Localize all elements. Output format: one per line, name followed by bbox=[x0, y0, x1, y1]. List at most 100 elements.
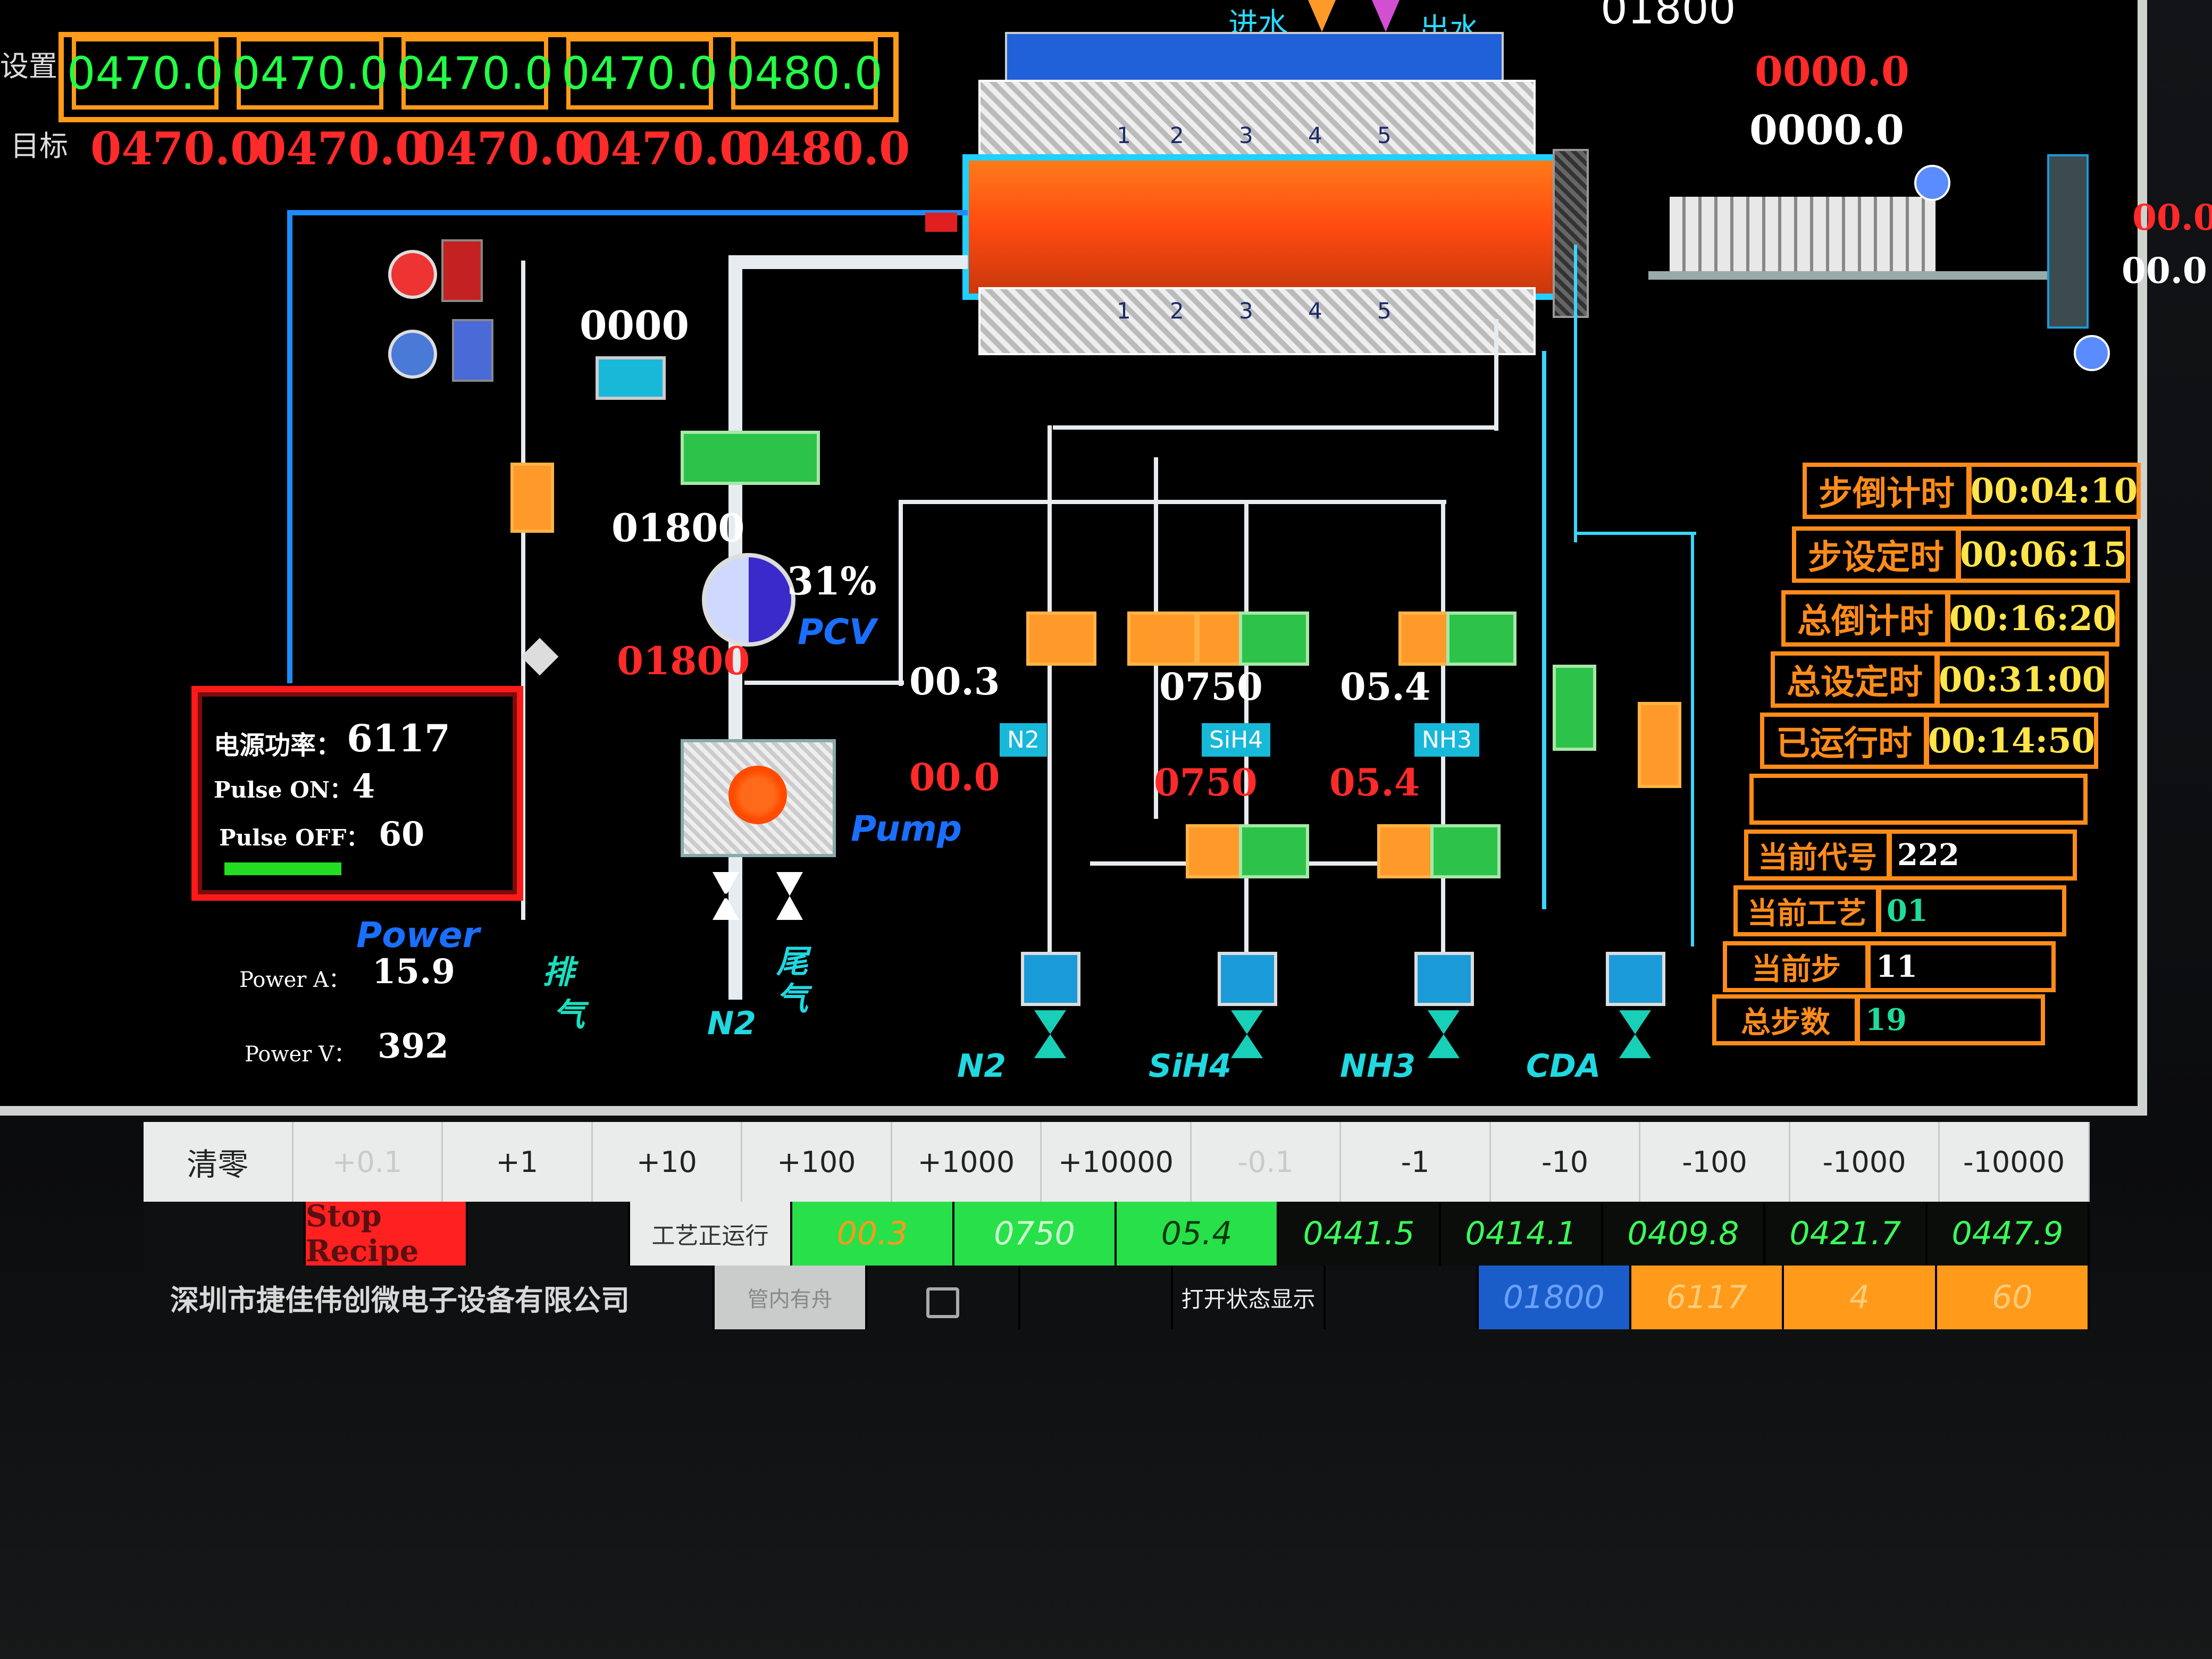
lift-value-white: 00.0 bbox=[2122, 250, 2207, 291]
timer-step-set-value: 00:06:15 bbox=[1957, 526, 2130, 583]
sih4-purge-valve-green[interactable] bbox=[1239, 824, 1309, 878]
sih4-valve-orange-a[interactable] bbox=[1127, 611, 1197, 666]
power-panel: 电源功率： 6117 Pulse ON： 4 Pulse OFF： 60 bbox=[191, 686, 523, 901]
set-cell-1[interactable]: 0470.0 bbox=[67, 37, 223, 110]
timer-step-countdown-label: 步倒计时 bbox=[1803, 463, 1971, 519]
pcv-upper-valve[interactable] bbox=[681, 431, 820, 485]
water-in-valve-icon[interactable] bbox=[1308, 0, 1336, 32]
nh3-valve-green[interactable] bbox=[1446, 611, 1516, 666]
plus-1-button[interactable]: +1 bbox=[443, 1122, 593, 1202]
bottom-gas-nh3: NH3 bbox=[1340, 1048, 1416, 1085]
set-cell-2[interactable]: 0470.0 bbox=[232, 37, 388, 110]
exhaust-gate-2[interactable] bbox=[452, 319, 493, 382]
timer-total-countdown-value: 00:16:20 bbox=[1946, 590, 2119, 647]
set-cell-3[interactable]: 0470.0 bbox=[397, 37, 553, 110]
tc-zone-1: 1 bbox=[1117, 122, 1131, 148]
sih4-hand-valve-icon[interactable] bbox=[1231, 1010, 1263, 1058]
exhaust-label-pai: 排 bbox=[542, 954, 574, 991]
plus-10000-button[interactable]: +10000 bbox=[1042, 1122, 1192, 1202]
nh3-regulator-icon[interactable] bbox=[1414, 952, 1474, 1006]
timer-step-countdown-value: 00:04:10 bbox=[1967, 463, 2141, 519]
lift-column[interactable] bbox=[2047, 154, 2089, 329]
exhaust-gate-1[interactable] bbox=[441, 239, 483, 302]
set-cell-5[interactable]: 0480.0 bbox=[726, 37, 883, 110]
info-step-label: 当前步 bbox=[1723, 941, 1870, 992]
cda-hand-valve-icon[interactable] bbox=[1619, 1010, 1651, 1058]
pump-label: Pump bbox=[851, 808, 962, 849]
sih4-mfc-tag[interactable]: SiH4 bbox=[1202, 723, 1271, 757]
pipe-n2-v bbox=[1048, 425, 1052, 968]
info-total-steps-label: 总步数 bbox=[1712, 994, 1859, 1045]
nh3-flow-readout: 05.4 bbox=[1117, 1202, 1279, 1266]
cda-regulator-icon[interactable] bbox=[1606, 952, 1665, 1006]
stop-recipe-button[interactable]: Stop Recipe bbox=[306, 1199, 468, 1269]
target-5: 0480.0 bbox=[739, 122, 910, 175]
plus-1000-button[interactable]: +1000 bbox=[892, 1122, 1042, 1202]
row2-spacer bbox=[144, 1202, 306, 1266]
cda-valve-orange[interactable] bbox=[1638, 702, 1681, 788]
sih4-regulator-icon[interactable] bbox=[1218, 952, 1277, 1006]
minus-0-1-button[interactable]: -0.1 bbox=[1192, 1122, 1342, 1202]
exhaust-valve-red-icon[interactable] bbox=[388, 250, 437, 299]
water-out-valve-icon[interactable] bbox=[1372, 0, 1400, 32]
n2-hand-valve-icon[interactable] bbox=[1034, 1010, 1066, 1058]
exhaust-valve-orange[interactable] bbox=[510, 463, 554, 533]
zone-temp-4-readout: 0421.7 bbox=[1765, 1202, 1928, 1266]
pump-flow-red: 00.0 bbox=[909, 755, 1000, 799]
bottom-gas-sih4: SiH4 bbox=[1149, 1048, 1231, 1085]
nh3-mfc-tag[interactable]: NH3 bbox=[1414, 723, 1479, 757]
boat-wafers bbox=[1670, 197, 1936, 271]
cda-valve-green[interactable] bbox=[1553, 665, 1596, 751]
minus-100-button[interactable]: -100 bbox=[1640, 1122, 1790, 1202]
timer-total-set-value: 00:31:00 bbox=[1936, 651, 2109, 708]
timer-empty-row bbox=[1749, 774, 2088, 825]
target-3: 0470.0 bbox=[415, 122, 586, 175]
minus-10-button[interactable]: -10 bbox=[1491, 1122, 1641, 1202]
n2-mfc-tag[interactable]: N2 bbox=[1000, 723, 1047, 757]
pressure-readout: 01800 bbox=[1478, 1266, 1631, 1329]
power-a-label: Power A： bbox=[239, 968, 350, 992]
pipe-pcv-out bbox=[744, 681, 904, 685]
n2-manual-valve-2-icon[interactable] bbox=[776, 872, 803, 920]
pulse-on-value: 4 bbox=[352, 767, 375, 806]
top-right-pressure: 01800 bbox=[1601, 0, 1736, 33]
tube-door[interactable] bbox=[1553, 149, 1589, 318]
timer-total-countdown-label: 总倒计时 bbox=[1781, 590, 1949, 647]
nh3-hand-valve-icon[interactable] bbox=[1428, 1010, 1460, 1058]
power-title: Power bbox=[356, 915, 480, 956]
n2-regulator-icon[interactable] bbox=[1021, 952, 1080, 1006]
minus-1-button[interactable]: -1 bbox=[1341, 1122, 1491, 1202]
zone-temp-2-readout: 0414.1 bbox=[1441, 1202, 1603, 1266]
info-step-value: 11 bbox=[1866, 941, 2056, 992]
tc-zone-4: 4 bbox=[1308, 122, 1322, 148]
company-name: 深圳市捷佳伟创微电子设备有限公司 bbox=[144, 1266, 715, 1329]
target-1: 0470.0 bbox=[90, 122, 262, 175]
plus-0-1-button[interactable]: +0.1 bbox=[294, 1122, 443, 1202]
minus-1000-button[interactable]: -1000 bbox=[1790, 1122, 1940, 1202]
clear-button[interactable]: 清零 bbox=[144, 1122, 294, 1202]
n2-valve-orange[interactable] bbox=[1026, 611, 1096, 666]
sih4-flow-readout: 0750 bbox=[954, 1202, 1117, 1266]
heater-top bbox=[978, 80, 1536, 158]
tc-zone-1-bottom: 1 bbox=[1117, 298, 1131, 324]
exhaust-valve-blue-icon[interactable] bbox=[388, 330, 437, 379]
nh3-purge-valve-green[interactable] bbox=[1430, 824, 1501, 878]
blue-pipe-h bbox=[287, 210, 968, 215]
row2-empty bbox=[468, 1202, 630, 1266]
lock-icon[interactable] bbox=[926, 1287, 959, 1318]
pulse-on-label: Pulse ON： bbox=[214, 777, 353, 803]
plus-10-button[interactable]: +10 bbox=[593, 1122, 743, 1202]
red-port bbox=[925, 213, 957, 232]
pcv-valve-icon[interactable] bbox=[702, 553, 795, 647]
timer-elapsed-label: 已运行时 bbox=[1760, 713, 1928, 769]
open-status-display-button[interactable]: 打开状态显示 bbox=[1172, 1266, 1326, 1329]
bottom-status-row: 深圳市捷佳伟创微电子设备有限公司 管内有舟 打开状态显示 01800 6117 … bbox=[144, 1266, 2090, 1329]
timer-step-set-label: 步设定时 bbox=[1792, 526, 1960, 583]
sih4-valve-green[interactable] bbox=[1239, 611, 1309, 666]
nh3-setpoint: 05.4 bbox=[1340, 665, 1431, 709]
lock-cell bbox=[867, 1266, 1020, 1329]
minus-10000-button[interactable]: -10000 bbox=[1940, 1122, 2090, 1202]
plus-100-button[interactable]: +100 bbox=[742, 1122, 892, 1202]
process-running-status: 工艺正运行 bbox=[630, 1202, 792, 1266]
set-cell-4[interactable]: 0470.0 bbox=[562, 37, 718, 110]
